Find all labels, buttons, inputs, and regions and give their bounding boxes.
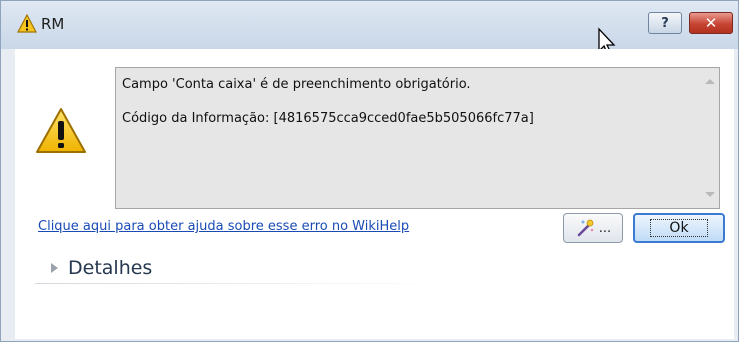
help-button[interactable]: ? (648, 12, 682, 34)
dialog-content: Campo 'Conta caixa' é de preenchimento o… (15, 49, 734, 339)
warning-icon (17, 14, 37, 33)
extra-options-label: ... (598, 220, 612, 236)
close-button[interactable]: ✕ (689, 12, 733, 34)
vertical-scrollbar[interactable] (701, 68, 719, 208)
warning-icon (36, 108, 86, 153)
info-code-line: Código da Informação: [4816575cca9cced0f… (122, 111, 534, 126)
details-expander[interactable]: Detalhes (51, 255, 152, 281)
message-line: Campo 'Conta caixa' é de preenchimento o… (122, 77, 471, 92)
message-textbox[interactable]: Campo 'Conta caixa' é de preenchimento o… (115, 67, 720, 209)
scroll-down-arrow-icon[interactable] (705, 192, 715, 197)
ok-button[interactable]: Ok (633, 213, 725, 243)
wand-icon (577, 219, 594, 237)
details-divider (35, 283, 445, 284)
window-title: RM (41, 15, 65, 33)
details-label: Detalhes (68, 257, 153, 279)
dialog-window: RM ? ✕ Campo 'Conta caixa' é de preenchi… (0, 0, 739, 342)
ok-button-label: Ok (650, 219, 708, 237)
wikihelp-link[interactable]: Clique aqui para obter ajuda sobre esse … (38, 219, 409, 234)
extra-options-button[interactable]: ... (563, 213, 623, 243)
scroll-up-arrow-icon[interactable] (705, 79, 715, 84)
title-bar[interactable]: RM ? ✕ (1, 1, 738, 56)
expand-arrow-icon[interactable] (51, 263, 58, 273)
